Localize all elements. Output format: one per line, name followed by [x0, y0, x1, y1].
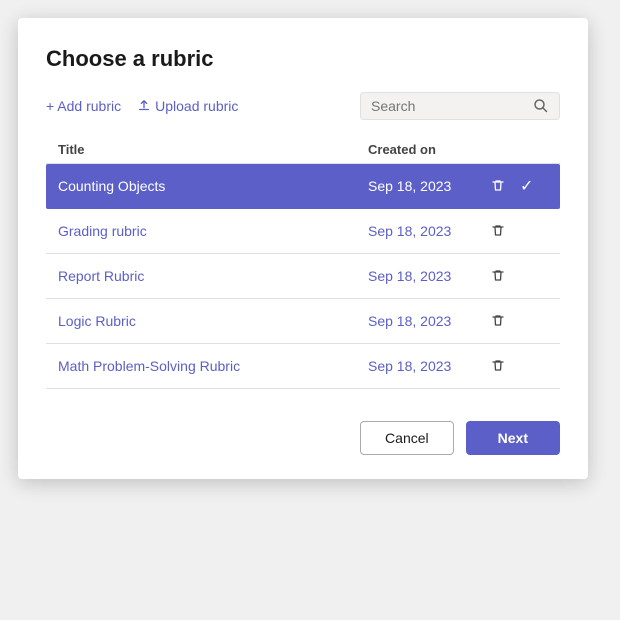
search-box	[360, 92, 560, 120]
trash-icon	[490, 268, 506, 284]
delete-button[interactable]	[488, 266, 508, 286]
next-button[interactable]: Next	[466, 421, 560, 455]
rubric-name: Report Rubric	[58, 268, 368, 284]
choose-rubric-dialog: Choose a rubric + Add rubric Upload rubr…	[18, 18, 588, 479]
rubric-date: Sep 18, 2023	[368, 313, 488, 329]
col-created-header: Created on	[368, 142, 488, 157]
rubric-row[interactable]: Grading rubric Sep 18, 2023	[46, 209, 560, 254]
rubric-row[interactable]: Math Problem-Solving Rubric Sep 18, 2023	[46, 344, 560, 389]
rubric-row[interactable]: Logic Rubric Sep 18, 2023	[46, 299, 560, 344]
delete-button[interactable]	[488, 176, 508, 196]
search-icon	[533, 98, 549, 114]
trash-icon	[490, 223, 506, 239]
rubric-actions: ✓	[488, 176, 548, 196]
rubric-name: Logic Rubric	[58, 313, 368, 329]
add-rubric-button[interactable]: + Add rubric	[46, 94, 121, 118]
trash-icon	[490, 358, 506, 374]
rubric-name: Grading rubric	[58, 223, 368, 239]
toolbar: + Add rubric Upload rubric	[46, 92, 560, 120]
dialog-title: Choose a rubric	[46, 46, 560, 72]
delete-button[interactable]	[488, 356, 508, 376]
rubric-date: Sep 18, 2023	[368, 178, 488, 194]
delete-button[interactable]	[488, 311, 508, 331]
rubric-date: Sep 18, 2023	[368, 223, 488, 239]
rubric-row[interactable]: Counting Objects Sep 18, 2023 ✓	[46, 164, 560, 209]
rubric-actions	[488, 221, 548, 241]
rubric-actions	[488, 266, 548, 286]
rubric-actions	[488, 311, 548, 331]
overlay: Choose a rubric + Add rubric Upload rubr…	[0, 0, 620, 620]
toolbar-left: + Add rubric Upload rubric	[46, 94, 238, 118]
rubric-name: Counting Objects	[58, 178, 368, 194]
trash-icon	[490, 313, 506, 329]
upload-rubric-label: Upload rubric	[155, 98, 238, 114]
rubric-row[interactable]: Report Rubric Sep 18, 2023	[46, 254, 560, 299]
table-header: Title Created on	[46, 136, 560, 164]
search-input[interactable]	[371, 98, 529, 114]
rubric-actions	[488, 356, 548, 376]
rubric-name: Math Problem-Solving Rubric	[58, 358, 368, 374]
rubric-date: Sep 18, 2023	[368, 268, 488, 284]
trash-icon	[490, 178, 506, 194]
upload-icon	[137, 99, 151, 113]
rubric-date: Sep 18, 2023	[368, 358, 488, 374]
selected-check-icon: ✓	[520, 176, 533, 196]
col-title-header: Title	[58, 142, 368, 157]
cancel-button[interactable]: Cancel	[360, 421, 454, 455]
dialog-footer: Cancel Next	[46, 421, 560, 455]
delete-button[interactable]	[488, 221, 508, 241]
upload-rubric-button[interactable]: Upload rubric	[137, 94, 238, 118]
